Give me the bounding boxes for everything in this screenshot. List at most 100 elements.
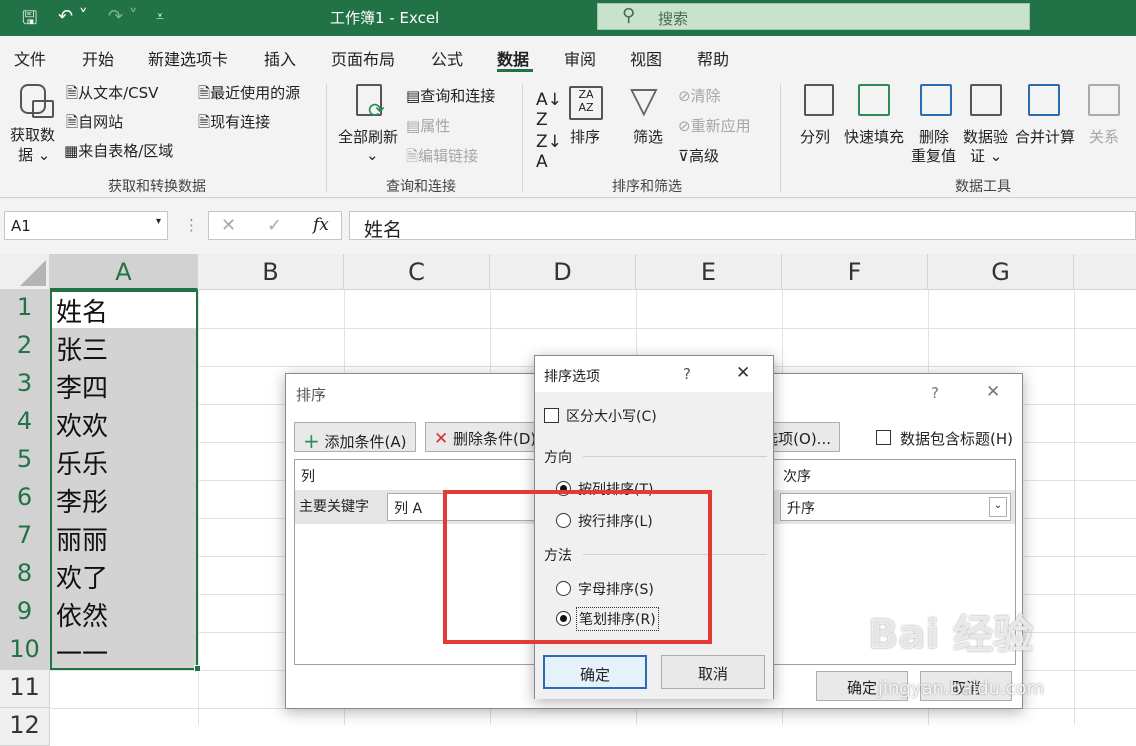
- reapply-icon: ⊘: [678, 117, 691, 135]
- recent-icon: 🗎: [198, 84, 211, 102]
- column-header-c[interactable]: C: [344, 254, 490, 290]
- sort-asc-icon[interactable]: A↓ Z: [536, 90, 562, 130]
- advanced-button[interactable]: ⊽高级: [678, 145, 719, 166]
- column-header-a[interactable]: A: [50, 254, 198, 290]
- save-icon[interactable]: 🖫: [22, 6, 37, 36]
- from-table-button[interactable]: ▦来自表格/区域: [64, 140, 173, 161]
- divider: [326, 84, 327, 192]
- ok-button[interactable]: 确定: [543, 655, 647, 689]
- watermark-logo: Bai 经验: [868, 612, 1034, 658]
- tab-insert[interactable]: 插入: [264, 46, 296, 70]
- delete-level-button[interactable]: ✕ 删除条件(D): [425, 422, 543, 452]
- divider: [522, 84, 523, 192]
- help-icon[interactable]: ?: [931, 384, 939, 402]
- highlight-box: [443, 490, 712, 644]
- tab-review[interactable]: 审阅: [564, 46, 596, 70]
- column-header-f[interactable]: F: [782, 254, 928, 290]
- customize-qat-icon[interactable]: ⩡: [156, 9, 164, 25]
- ribbon: 获取数 据 ⌄ 🗎从文本/CSV 🗎自网站 ▦来自表格/区域 🗎最近使用的源 🗎…: [0, 76, 1136, 198]
- sort-desc-icon[interactable]: Z↓ A: [536, 132, 562, 172]
- row-header[interactable]: 12: [0, 708, 50, 746]
- recent-sources-button[interactable]: 🗎最近使用的源: [198, 82, 300, 108]
- properties-button: ▤属性: [406, 117, 451, 135]
- chevron-down-icon[interactable]: ▾: [156, 216, 161, 227]
- add-level-button[interactable]: + 添加条件(A): [294, 422, 416, 453]
- consolidate-button[interactable]: 合并计算: [1015, 126, 1075, 147]
- group-sort-filter: 排序和筛选: [612, 179, 682, 195]
- case-sensitive-checkbox[interactable]: [544, 408, 559, 423]
- group-get-transform: 获取和转换数据: [108, 179, 206, 195]
- row-header[interactable]: 8: [0, 556, 50, 594]
- table-range-icon: ▦: [64, 142, 79, 160]
- sort-icon: ZA AZ: [569, 86, 603, 120]
- plus-icon: +: [303, 429, 320, 453]
- column-header-e[interactable]: E: [636, 254, 782, 290]
- row-header[interactable]: 11: [0, 670, 50, 708]
- enter-icon[interactable]: ✓: [267, 215, 282, 236]
- column-header-b[interactable]: B: [198, 254, 344, 290]
- formula-input[interactable]: 姓名: [349, 211, 1136, 241]
- cancel-button[interactable]: 取消: [661, 655, 765, 689]
- from-web-button[interactable]: 🗎自网站: [66, 111, 123, 137]
- filter-icon: ▽: [630, 80, 658, 121]
- tab-file[interactable]: 文件: [14, 46, 46, 70]
- has-headers-checkbox[interactable]: [876, 430, 891, 445]
- row-header[interactable]: 4: [0, 404, 50, 442]
- tab-page-layout[interactable]: 页面布局: [331, 46, 395, 70]
- tab-help[interactable]: 帮助: [697, 46, 729, 70]
- from-text-button[interactable]: 🗎从文本/CSV: [66, 82, 158, 108]
- edit-links-button: 🗎编辑链接: [406, 147, 479, 165]
- row-header[interactable]: 2: [0, 328, 50, 366]
- data-validation-button[interactable]: 数据验: [963, 126, 1008, 147]
- column-header-g[interactable]: G: [928, 254, 1074, 290]
- close-icon[interactable]: ✕: [986, 382, 1000, 402]
- help-icon[interactable]: ?: [683, 365, 691, 383]
- column-header-d[interactable]: D: [490, 254, 636, 290]
- row-header[interactable]: 5: [0, 442, 50, 480]
- row-header[interactable]: 7: [0, 518, 50, 556]
- search-icon: ⚲: [622, 5, 636, 26]
- chevron-down-icon[interactable]: ⌄: [989, 497, 1007, 517]
- sort-by-label: 主要关键字: [299, 499, 369, 515]
- tab-data[interactable]: 数据: [497, 46, 529, 70]
- order-select[interactable]: 升序 ⌄: [780, 493, 1011, 521]
- search-input[interactable]: ⚲ 搜索: [597, 3, 1030, 30]
- row-header[interactable]: 6: [0, 480, 50, 518]
- filter-button[interactable]: 筛选: [633, 126, 663, 147]
- web-icon: 🗎: [66, 113, 79, 131]
- properties-icon: ▤: [406, 117, 421, 135]
- watermark-url: jingyan.baidu.com: [878, 678, 1045, 699]
- undo-icon[interactable]: ↶ ˅: [58, 6, 88, 27]
- text-to-columns-button[interactable]: 分列: [800, 126, 830, 147]
- tab-new[interactable]: 新建选项卡: [148, 46, 228, 70]
- resize-handle-icon[interactable]: ⋮: [184, 216, 199, 234]
- divider: [583, 456, 767, 457]
- tab-home[interactable]: 开始: [82, 46, 114, 70]
- edit-links-icon: 🗎: [406, 147, 419, 165]
- refresh-arrows-icon: ⟳: [368, 98, 385, 122]
- relationships-icon: [1088, 84, 1120, 116]
- cancel-icon[interactable]: ✕: [221, 215, 236, 236]
- close-icon[interactable]: ✕: [736, 363, 750, 383]
- name-box[interactable]: A1 ▾: [4, 211, 168, 240]
- remove-duplicates-button[interactable]: 删除: [919, 126, 949, 147]
- insert-function-icon[interactable]: fx: [313, 215, 329, 235]
- formula-controls: ✕ ✓ fx: [208, 211, 342, 240]
- existing-connections-button[interactable]: 🗎现有连接: [198, 111, 270, 137]
- select-all-button[interactable]: [0, 254, 50, 290]
- tab-view[interactable]: 视图: [630, 46, 662, 70]
- queries-connections-button[interactable]: ▤查询和连接: [406, 85, 495, 106]
- column-header: 列: [301, 469, 315, 485]
- row-header[interactable]: 3: [0, 366, 50, 404]
- row-header[interactable]: 9: [0, 594, 50, 632]
- row-header[interactable]: 1: [0, 290, 50, 328]
- sort-button[interactable]: 排序: [570, 126, 600, 147]
- fill-handle[interactable]: [194, 665, 201, 672]
- row-header[interactable]: 10: [0, 632, 50, 670]
- title-bar: 🖫 ↶ ˅ ↷ ˅ ⩡ 工作簿1 - Excel ⚲ 搜索: [0, 0, 1136, 36]
- column-header-h[interactable]: [1074, 254, 1136, 290]
- get-data-button[interactable]: 获取数: [10, 124, 55, 145]
- refresh-all-button[interactable]: 全部刷新: [338, 126, 398, 147]
- flash-fill-button[interactable]: 快速填充: [844, 126, 904, 147]
- tab-formulas[interactable]: 公式: [431, 46, 463, 70]
